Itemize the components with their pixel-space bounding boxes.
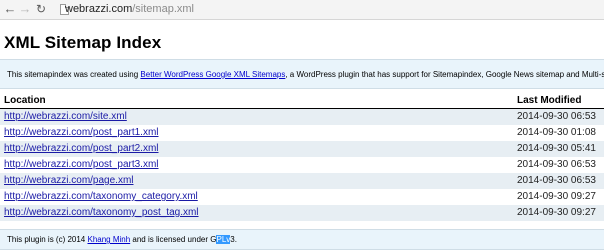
plugin-link[interactable]: Better WordPress Google XML Sitemaps [140, 70, 285, 79]
table-row: http://webrazzi.com/post_part2.xml 2014-… [0, 141, 604, 157]
license-text-end: 3. [230, 235, 237, 244]
location-cell: http://webrazzi.com/page.xml [0, 173, 513, 189]
info-text: This sitemapindex was created using Bett… [7, 70, 604, 80]
last-modified-cell: 2014-09-30 06:53 [513, 173, 604, 189]
last-modified-cell: 2014-09-30 09:27 [513, 205, 604, 221]
back-arrow-icon[interactable]: ← [3, 1, 17, 17]
location-cell: http://webrazzi.com/taxonomy_category.xm… [0, 189, 513, 205]
last-modified-cell: 2014-09-30 06:53 [513, 157, 604, 173]
location-header: Location [0, 94, 513, 109]
sitemap-link[interactable]: http://webrazzi.com/page.xml [4, 175, 134, 186]
table-row: http://webrazzi.com/taxonomy_post_tag.xm… [0, 205, 604, 221]
author-link[interactable]: Khang Minh [87, 235, 130, 244]
info-prefix: This sitemapindex was created using [7, 70, 141, 79]
footer-prefix: This plugin is (c) 2014 [7, 235, 88, 244]
location-cell: http://webrazzi.com/post_part2.xml [0, 141, 513, 157]
browser-toolbar: ← → ↻ webrazzi.com/sitemap.xml [0, 0, 604, 20]
info-suffix: , a WordPress plugin that has support fo… [285, 70, 604, 79]
footer-middle: and is licensed under [130, 235, 211, 244]
url-path: /sitemap.xml [132, 3, 194, 15]
location-cell: http://webrazzi.com/post_part3.xml [0, 157, 513, 173]
table-row: http://webrazzi.com/page.xml 2014-09-30 … [0, 173, 604, 189]
table-row: http://webrazzi.com/post_part1.xml 2014-… [0, 125, 604, 141]
sitemap-table: Location Last Modified http://webrazzi.c… [0, 94, 604, 221]
footer: This plugin is (c) 2014 Khang Minh and i… [0, 229, 604, 250]
table-header-row: Location Last Modified [0, 94, 604, 109]
table-body: http://webrazzi.com/site.xml 2014-09-30 … [0, 108, 604, 221]
address-url[interactable]: webrazzi.com/sitemap.xml [65, 2, 194, 17]
last-modified-cell: 2014-09-30 09:27 [513, 189, 604, 205]
sitemap-link[interactable]: http://webrazzi.com/taxonomy_post_tag.xm… [4, 207, 199, 218]
location-cell: http://webrazzi.com/site.xml [0, 108, 513, 125]
location-cell: http://webrazzi.com/post_part1.xml [0, 125, 513, 141]
license-text-selected: PLv [216, 235, 231, 244]
url-host: webrazzi.com [65, 3, 133, 15]
last-modified-header: Last Modified [513, 94, 604, 109]
reload-icon[interactable]: ↻ [34, 1, 48, 17]
last-modified-cell: 2014-09-30 05:41 [513, 141, 604, 157]
sitemap-link[interactable]: http://webrazzi.com/taxonomy_category.xm… [4, 191, 198, 202]
sitemap-link[interactable]: http://webrazzi.com/site.xml [4, 111, 127, 122]
last-modified-cell: 2014-09-30 01:08 [513, 125, 604, 141]
forward-arrow-icon[interactable]: → [18, 1, 32, 17]
table-row: http://webrazzi.com/post_part3.xml 2014-… [0, 157, 604, 173]
page-title: XML Sitemap Index [4, 33, 162, 52]
last-modified-cell: 2014-09-30 06:53 [513, 108, 604, 125]
sitemap-link[interactable]: http://webrazzi.com/post_part1.xml [4, 127, 159, 138]
table-row: http://webrazzi.com/site.xml 2014-09-30 … [0, 108, 604, 125]
sitemap-link[interactable]: http://webrazzi.com/post_part3.xml [4, 159, 159, 170]
sitemap-link[interactable]: http://webrazzi.com/post_part2.xml [4, 143, 159, 154]
location-cell: http://webrazzi.com/taxonomy_post_tag.xm… [0, 205, 513, 221]
info-box: This sitemapindex was created using Bett… [0, 59, 604, 89]
table-row: http://webrazzi.com/taxonomy_category.xm… [0, 189, 604, 205]
footer-text: This plugin is (c) 2014 Khang Minh and i… [7, 235, 237, 245]
